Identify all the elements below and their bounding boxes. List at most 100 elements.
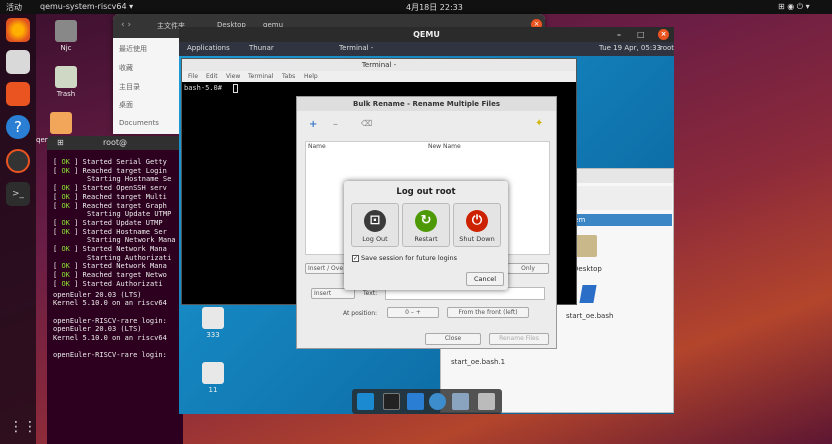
browser-icon[interactable]: [429, 393, 446, 410]
home-folder-icon[interactable]: [478, 393, 495, 410]
back-icon[interactable]: ‹ ›: [121, 20, 131, 30]
logout-title: Log out root: [396, 187, 456, 197]
file-manager-icon[interactable]: [407, 393, 424, 410]
line-text: ] Reached target Netwo: [74, 271, 167, 280]
ok-status: OK: [61, 192, 70, 201]
about-icon[interactable]: ✦: [535, 118, 543, 129]
menu-help[interactable]: Help: [304, 73, 318, 80]
activities-button[interactable]: 活动: [6, 2, 22, 13]
shutdown-button[interactable]: ⏻ Shut Down: [453, 203, 501, 247]
logout-button[interactable]: ⊡ Log Out: [351, 203, 399, 247]
terminal-line: [ OK ] Started Update UTMP: [53, 218, 163, 227]
sidebar-item-home[interactable]: 主目录: [119, 82, 140, 92]
ok-status: OK: [61, 262, 70, 271]
terminal-line: [ OK ] Started Network Mana: [53, 245, 167, 253]
menu-view[interactable]: View: [226, 73, 240, 80]
position-label: At position:: [343, 310, 378, 317]
terminal-line: [ OK ] Started Network Mana: [53, 262, 167, 271]
restart-icon: ↻: [415, 210, 437, 232]
terminal-line: Starting Hostname Se: [53, 175, 171, 183]
position-spinner[interactable]: 0 – +: [387, 307, 439, 318]
terminal-title: root@: [102, 138, 128, 147]
line-text: ] Reached target Login: [74, 166, 167, 175]
applications-menu[interactable]: Applications: [187, 44, 230, 52]
terminal-line: [ OK ] Reached target Login: [53, 166, 167, 175]
document-icon: [202, 307, 224, 329]
ok-status: OK: [61, 227, 70, 236]
cancel-button[interactable]: Cancel: [466, 272, 504, 286]
power-icon: ⏻: [466, 210, 488, 232]
guest-file-icon-2[interactable]: 11: [193, 362, 233, 394]
folder-icon: [575, 235, 597, 257]
show-apps-icon[interactable]: ⋮⋮: [9, 418, 37, 436]
firefox-icon[interactable]: [6, 18, 30, 42]
panel-clock[interactable]: Tue 19 Apr, 05:33: [599, 44, 661, 52]
checkbox-checked-icon: ✓: [352, 254, 359, 262]
restart-button[interactable]: ↻ Restart: [402, 203, 450, 247]
thunar-file-start-oe[interactable]: start_oe.bash: [566, 312, 613, 320]
home-desktop-icon[interactable]: Njc: [46, 20, 86, 52]
trash-desktop-icon[interactable]: Trash: [46, 66, 86, 98]
menu-tabs[interactable]: Tabs: [282, 73, 295, 80]
system-tray[interactable]: ⊞ ◉ ⏻ ▾: [778, 2, 810, 12]
trash-label: Trash: [56, 90, 76, 98]
terminal-launcher-icon[interactable]: [383, 393, 400, 410]
logout-icon: ⊡: [364, 210, 386, 232]
thunar-file-desktop[interactable]: Desktop: [573, 265, 602, 273]
mode-select[interactable]: Insert / Ove: [305, 263, 345, 274]
show-desktop-icon[interactable]: [357, 393, 374, 410]
maximize-icon[interactable]: □: [637, 27, 645, 42]
trash-icon: [55, 66, 77, 88]
help-icon[interactable]: ?: [6, 115, 30, 139]
add-files-icon[interactable]: +: [309, 119, 317, 130]
terminal-headerbar: ⊞ root@: [47, 136, 183, 150]
cursor: [233, 84, 238, 93]
search-icon[interactable]: [452, 393, 469, 410]
sidebar-item-recent[interactable]: 最近使用: [119, 44, 147, 54]
close-button[interactable]: Close: [425, 333, 481, 345]
menu-file[interactable]: File: [188, 73, 198, 80]
guest-file-icon[interactable]: 333: [193, 307, 233, 339]
guest-dock: [352, 389, 502, 414]
top-bar: 活动 qemu-system-riscv64 ▾ 4月18日 22:33 ⊞ ◉…: [0, 0, 832, 14]
clock[interactable]: 4月18日 22:33: [406, 2, 463, 13]
terminal-icon[interactable]: >_: [6, 182, 30, 206]
terminal-line: [ OK ] Reached target Multi: [53, 192, 167, 201]
taskbar-terminal[interactable]: Terminal -: [339, 44, 373, 52]
terminal-line: Kernel 5.10.0 on an riscv64: [53, 299, 167, 308]
new-tab-icon[interactable]: ⊞: [57, 136, 64, 150]
thunar-file-start-oe-1[interactable]: start_oe.bash.1: [451, 358, 505, 366]
software-store-icon[interactable]: [6, 82, 30, 106]
rename-files-button[interactable]: Rename Files: [489, 333, 549, 345]
from-front-select[interactable]: From the front (left): [447, 307, 529, 318]
sidebar-item-documents[interactable]: Documents: [119, 119, 159, 127]
files-icon[interactable]: [6, 50, 30, 74]
terminal-line: [ OK ] Reached target Graph: [53, 201, 167, 210]
save-session-checkbox[interactable]: ✓ Save session for future logins: [352, 254, 457, 262]
qemu-close-icon[interactable]: ×: [658, 29, 669, 40]
terminal-line: openEuler-RISCV-rare login:: [53, 351, 167, 360]
sidebar-item-starred[interactable]: 收藏: [119, 63, 133, 73]
clear-icon[interactable]: ⌫: [361, 119, 372, 128]
menu-terminal[interactable]: Terminal: [248, 73, 273, 80]
minimize-icon[interactable]: –: [617, 27, 621, 42]
qemu-app-icon[interactable]: [6, 149, 30, 173]
taskbar-thunar[interactable]: Thunar: [249, 44, 274, 52]
line-text: ] Reached target Graph: [74, 201, 167, 210]
host-terminal-window[interactable]: ⊞ root@ [ OK ] Started Serial Getty[ OK …: [47, 136, 183, 444]
menu-edit[interactable]: Edit: [206, 73, 218, 80]
col-name[interactable]: Name: [308, 143, 326, 150]
ok-status: OK: [61, 184, 70, 193]
ok-status: OK: [61, 158, 70, 166]
remove-files-icon[interactable]: –: [333, 119, 338, 130]
terminal-line: [ OK ] Started Authorizati: [53, 279, 163, 288]
panel-user[interactable]: root: [660, 44, 674, 52]
col-new-name[interactable]: New Name: [428, 143, 461, 150]
logout-label: Log Out: [362, 235, 388, 243]
position-value: 0: [405, 309, 409, 316]
name-only-select[interactable]: Only: [507, 263, 549, 274]
app-menu[interactable]: qemu-system-riscv64 ▾: [40, 2, 133, 11]
ok-status: OK: [61, 218, 70, 227]
sidebar-item-desktop[interactable]: 桌面: [119, 100, 133, 110]
logout-dialog: Log out root ⊡ Log Out ↻ Restart ⏻ Shut …: [344, 181, 508, 290]
